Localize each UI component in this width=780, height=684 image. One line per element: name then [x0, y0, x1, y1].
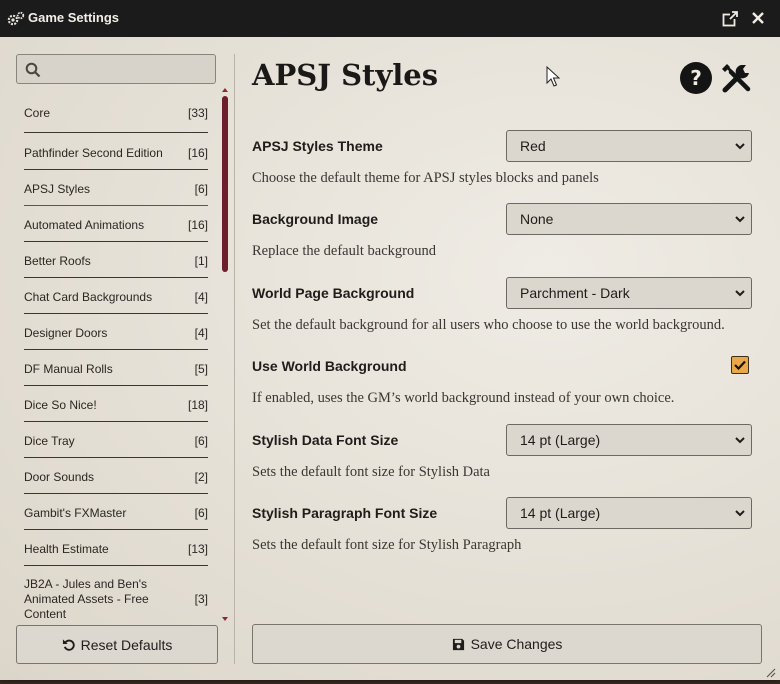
category-count: [6] — [194, 506, 208, 520]
category-name: Health Estimate — [24, 542, 109, 556]
category-count: [18] — [187, 398, 208, 412]
category-count: [3] — [194, 592, 208, 606]
search-input[interactable] — [47, 58, 211, 82]
theme-select[interactable]: Red — [506, 130, 752, 162]
category-item[interactable]: Dice So Nice! [18] — [24, 387, 208, 422]
theme-select-value: Red — [520, 138, 546, 154]
category-count: [6] — [194, 182, 208, 196]
setting-hint-stylish-paragraph-font-size: Sets the default font size for Stylish P… — [252, 537, 522, 553]
category-item[interactable]: Designer Doors [4] — [24, 315, 208, 350]
search-field[interactable] — [16, 54, 216, 84]
category-name: Pathfinder Second Edition — [24, 146, 163, 160]
window-titlebar[interactable]: Game Settings — [0, 0, 780, 37]
category-item[interactable]: Automated Animations [16] — [24, 207, 208, 242]
category-item[interactable]: Door Sounds [2] — [24, 459, 208, 494]
category-count: [13] — [187, 542, 208, 556]
setting-hint-use-world-background: If enabled, uses the GM’s world backgrou… — [252, 390, 675, 406]
category-name: Door Sounds — [24, 470, 95, 484]
scrollbar-thumb[interactable] — [222, 96, 228, 272]
setting-label-background-image: Background Image — [252, 211, 379, 227]
stylish-paragraph-font-size-select-value: 14 pt (Large) — [520, 505, 601, 521]
background-image-select-value: None — [520, 211, 554, 227]
category-item[interactable]: Chat Card Backgrounds [4] — [24, 279, 208, 314]
stylish-data-font-size-select[interactable]: 14 pt (Large) — [506, 424, 752, 456]
category-count: [33] — [187, 106, 208, 120]
category-item[interactable]: Pathfinder Second Edition [16] — [24, 134, 208, 170]
category-name: Better Roofs — [24, 254, 91, 268]
chevron-down-icon — [735, 143, 745, 150]
setting-hint-stylish-data-font-size: Sets the default font size for Stylish D… — [252, 464, 490, 480]
resize-handle-icon[interactable] — [764, 666, 776, 678]
category-item[interactable]: Core [33] — [24, 95, 208, 133]
setting-hint-world-page-background: Set the default background for all users… — [252, 317, 725, 333]
chevron-down-icon — [735, 437, 745, 444]
chevron-down-icon — [735, 216, 745, 223]
category-count: [1] — [194, 254, 208, 268]
category-name: JB2A - Jules and Ben's Animated Assets -… — [24, 577, 149, 621]
category-item[interactable]: Dice Tray [6] — [24, 423, 208, 458]
window-title: Game Settings — [28, 10, 120, 25]
category-name: Dice So Nice! — [24, 398, 97, 412]
cogs-icon — [7, 11, 25, 26]
search-icon — [25, 62, 41, 78]
chevron-down-icon — [735, 510, 745, 517]
help-icon[interactable]: ? — [679, 61, 713, 95]
category-item[interactable]: Gambit's FXMaster [6] — [24, 495, 208, 530]
save-icon — [452, 638, 464, 650]
setting-label-stylish-paragraph-font-size: Stylish Paragraph Font Size — [252, 505, 438, 521]
category-count: [4] — [194, 290, 208, 304]
settings-window: Game Settings Core [33] Pathfinder Secon… — [0, 0, 780, 680]
setting-label-use-world-background: Use World Background — [252, 358, 407, 374]
category-name: Automated Animations — [24, 218, 145, 232]
stylish-paragraph-font-size-select[interactable]: 14 pt (Large) — [506, 497, 752, 529]
category-count: [4] — [194, 326, 208, 340]
use-world-background-checkbox[interactable] — [731, 356, 749, 374]
category-count: [16] — [187, 218, 208, 232]
setting-label-stylish-data-font-size: Stylish Data Font Size — [252, 432, 399, 448]
setting-label-theme: APSJ Styles Theme — [252, 138, 383, 154]
setting-hint-theme: Choose the default theme for APSJ styles… — [252, 170, 599, 186]
category-name: APSJ Styles — [24, 182, 91, 196]
reset-defaults-label: Reset Defaults — [80, 636, 173, 653]
mouse-cursor — [546, 66, 560, 87]
setting-label-world-page-background: World Page Background — [252, 285, 415, 301]
category-name: Chat Card Backgrounds — [24, 290, 153, 304]
category-item[interactable]: DF Manual Rolls [5] — [24, 351, 208, 386]
category-name: Dice Tray — [24, 434, 75, 448]
save-changes-button[interactable]: Save Changes — [252, 624, 762, 664]
category-count: [5] — [194, 362, 208, 376]
category-count: [16] — [187, 146, 208, 160]
save-changes-label: Save Changes — [470, 636, 563, 652]
category-item[interactable]: Better Roofs [1] — [24, 243, 208, 278]
page-title: APSJ Styles — [252, 58, 439, 92]
scroll-up-arrow[interactable] — [222, 88, 228, 92]
world-page-background-select[interactable]: Parchment - Dark — [506, 277, 752, 309]
category-name: Designer Doors — [24, 326, 108, 340]
setting-hint-background-image: Replace the default background — [252, 243, 436, 259]
scroll-down-arrow[interactable] — [222, 617, 228, 621]
category-list[interactable]: Core [33] Pathfinder Second Edition [16]… — [0, 95, 232, 623]
reset-defaults-button[interactable]: Reset Defaults — [16, 625, 218, 664]
chevron-down-icon — [735, 290, 745, 297]
background-image-select[interactable]: None — [506, 203, 752, 235]
category-count: [6] — [194, 434, 208, 448]
undo-icon — [62, 639, 75, 651]
svg-text:?: ? — [690, 66, 702, 90]
panel-divider — [234, 54, 235, 664]
category-item[interactable]: JB2A - Jules and Ben's Animated Assets -… — [24, 569, 208, 623]
world-page-background-select-value: Parchment - Dark — [520, 285, 630, 301]
stylish-data-font-size-select-value: 14 pt (Large) — [520, 432, 601, 448]
category-count: [2] — [194, 470, 208, 484]
tools-icon[interactable] — [719, 61, 753, 95]
close-icon[interactable] — [751, 11, 765, 25]
category-name: Core — [24, 106, 51, 120]
category-name: Gambit's FXMaster — [24, 506, 127, 520]
category-name: DF Manual Rolls — [24, 362, 113, 376]
check-icon — [734, 360, 746, 371]
popout-icon[interactable] — [722, 11, 738, 27]
category-item-active[interactable]: APSJ Styles [6] — [24, 171, 208, 206]
category-item[interactable]: Health Estimate [13] — [24, 531, 208, 566]
